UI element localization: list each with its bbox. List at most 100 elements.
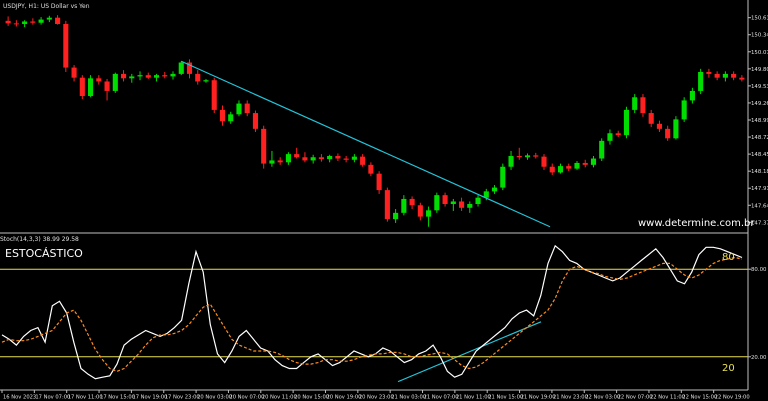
candles — [5, 15, 745, 227]
time-tick-label: 21 Nov 11:00 — [456, 395, 491, 401]
price-tick-label: 148.450 — [751, 152, 768, 158]
candle-body — [681, 100, 687, 120]
candle-body — [22, 21, 28, 24]
time-tick-label: 22 Nov 19:00 — [715, 395, 750, 401]
candle-body — [549, 166, 555, 173]
symbol-header-text: USDJPY, H1: US Dollar vs Yen — [3, 3, 90, 10]
stochastic-main-line — [1, 244, 743, 380]
candle-body — [516, 156, 522, 158]
time-tick-label: 22 Nov 07:00 — [618, 395, 653, 401]
candle-body — [417, 205, 423, 217]
candle-body — [623, 109, 630, 136]
price-tick-label: 149.260 — [751, 101, 768, 107]
osc-tick-label: 20.00 — [751, 355, 767, 361]
candle-body — [656, 123, 662, 129]
time-tick-label: 17 Nov 19:00 — [132, 395, 167, 401]
candle-body — [434, 195, 440, 211]
price-tick-label: 149.800 — [751, 67, 768, 73]
time-tick-label: 21 Nov 03:00 — [391, 395, 426, 401]
candle-body — [162, 75, 168, 77]
time-tick-label: 20 Nov 11:00 — [262, 395, 297, 401]
level-80-label: 80 — [722, 252, 735, 263]
candle-body — [508, 156, 514, 167]
candle-body — [30, 21, 36, 23]
time-tick-label: 22 Nov 15:00 — [682, 395, 717, 401]
candle-body — [500, 166, 506, 188]
candle-body — [310, 157, 316, 161]
candle-body — [137, 75, 143, 77]
candle-body — [557, 166, 564, 173]
price-tick-label: 150.610 — [751, 16, 768, 22]
candle-body — [252, 113, 259, 129]
candle-body — [335, 156, 341, 159]
candle-body — [178, 62, 184, 74]
time-tick-label: 17 Nov 07:00 — [35, 395, 70, 401]
candle-body — [129, 76, 135, 79]
price-tick-label: 148.990 — [751, 118, 768, 124]
candle-body — [104, 81, 110, 91]
oscillator-lines — [0, 244, 748, 380]
candle-body — [574, 162, 580, 169]
candle-body — [318, 157, 324, 160]
candle-body — [475, 197, 481, 204]
candle-body — [244, 103, 250, 114]
time-tick-label: 20 Nov 19:00 — [326, 395, 361, 401]
candle-body — [632, 97, 638, 110]
candle-body — [5, 20, 11, 24]
price-tick-label: 147.910 — [751, 186, 768, 192]
candle-body — [120, 73, 127, 79]
price-tick-label: 150.070 — [751, 50, 768, 56]
time-tick-label: 17 Nov 15:00 — [100, 395, 135, 401]
candle-body — [327, 156, 333, 160]
candle-body — [63, 24, 69, 68]
candle-body — [112, 73, 118, 91]
candle-body — [360, 156, 366, 165]
candle-body — [640, 97, 646, 114]
candle-body — [450, 201, 456, 204]
level-20-label: 20 — [722, 363, 735, 374]
watermark: www.determine.com.br — [638, 218, 755, 229]
rising-oscillator-trendline — [397, 321, 542, 383]
candle-body — [706, 72, 712, 74]
axes: 150.610 150.340 150.070 149.800 149.530 149.2… — [0, 0, 768, 401]
candle-body — [145, 75, 151, 78]
candle-body — [673, 119, 679, 139]
candle-body — [211, 80, 217, 110]
candle-body — [351, 156, 357, 160]
time-tick-label: 17 Nov 23:00 — [165, 395, 200, 401]
candle-body — [55, 17, 61, 24]
candle-body — [731, 73, 737, 78]
candle-body — [665, 128, 671, 139]
chart-window[interactable]: 150.610 150.340 150.070 149.800 149.530 149.2… — [0, 0, 768, 401]
price-tick-label: 149.530 — [751, 84, 768, 90]
price-tick-label: 148.180 — [751, 169, 768, 175]
candle-body — [590, 158, 597, 165]
time-tick-label: 20 Nov 07:00 — [229, 395, 264, 401]
candle-body — [236, 103, 242, 115]
descending-trendline — [181, 60, 551, 228]
candle-body — [722, 73, 728, 78]
candle-body — [491, 187, 498, 192]
candle-body — [38, 19, 44, 23]
candle-body — [269, 160, 275, 164]
candle-body — [294, 154, 300, 158]
symbol-header: USDJPY, H1: US Dollar vs Yen — [3, 3, 90, 10]
time-tick-label: 20 Nov 23:00 — [359, 395, 394, 401]
candle-body — [302, 157, 308, 161]
time-tick-label: 21 Nov 07:00 — [424, 395, 459, 401]
candle-body — [599, 140, 605, 159]
candle-body — [533, 155, 539, 157]
candle-body — [219, 109, 226, 122]
price-tick-label: 147.640 — [751, 203, 768, 209]
candle-body — [615, 133, 621, 136]
chart-canvas[interactable]: 150.610 150.340 150.070 149.800 149.530 149.2… — [0, 0, 768, 401]
candle-body — [566, 166, 572, 169]
candle-body — [393, 212, 399, 220]
candle-body — [88, 78, 94, 96]
time-tick-label: 21 Nov 23:00 — [553, 395, 588, 401]
candle-body — [426, 210, 432, 217]
candle-body — [384, 190, 390, 220]
candle-body — [689, 90, 695, 101]
candle-body — [541, 156, 547, 167]
candle-body — [285, 154, 291, 163]
